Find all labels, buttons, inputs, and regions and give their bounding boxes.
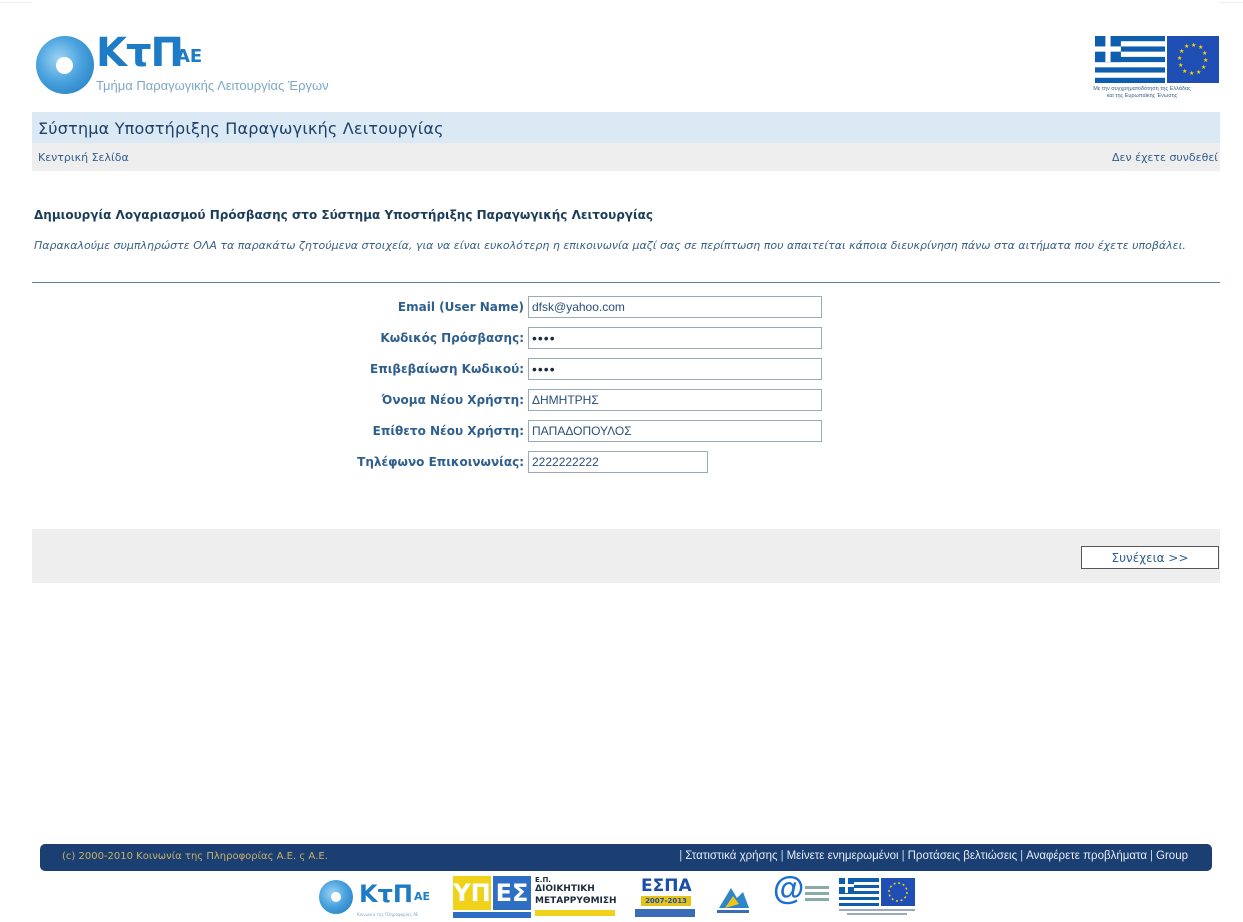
svg-text:★: ★ [1201,64,1206,71]
espa-title: ΕΣΠΑ [641,876,692,896]
footer-separator: | [1150,850,1154,862]
ypes-part1: ΥΠ [453,876,491,910]
email-label: Email (User Name) [397,300,524,314]
ypes-ep: Ε.Π. [535,876,551,884]
hellas-logo-icon[interactable] [715,878,751,918]
eu-flag-icon: ★ ★ ★ ★ ★ ★ ★ ★ ★ ★ ★ ★ [1167,36,1219,83]
cofunding-caption-line2: και της Ευρωπαϊκής Ένωσης [1106,93,1178,99]
greek-flag-icon [1095,36,1165,83]
divider [32,282,1220,283]
last-name-label: Επίθετο Νέου Χρήστη: [372,424,524,438]
partner-ktp-logo[interactable]: ΚτΠ ΑΕ Κοινωνία της Πληροφορίας ΑΕ [319,876,447,922]
partner-espa-logo[interactable]: ΕΣΠΑ 2007-2013 [635,876,695,920]
footer-link-group[interactable]: Group [1156,850,1188,862]
partner-ktp-mark: ΚτΠ [359,880,413,908]
ktp-logo[interactable]: ΚτΠ ΑΕ Τμήμα Παραγωγικής Λειτουργίας Έργ… [36,28,416,98]
ypes-line1: ΔΙΟΙΚΗΤΙΚΗ [535,884,595,894]
espa-years: 2007-2013 [641,896,691,906]
footer-links: | Στατιστικά χρήσης | Μείνετε ενημερωμένοι |… [676,850,1188,862]
phone-label: Τηλέφωνο Επικοινωνίας: [357,455,524,469]
partner-ypes-logo[interactable]: ΥΠ ΕΣ Ε.Π. ΔΙΟΙΚΗΤΙΚΗ ΜΕΤΑΡΡΥΘΜΙΣΗ [453,876,617,920]
partner-ktp-suffix: ΑΕ [414,890,431,903]
app-title: Σύστημα Υποστήριξης Παραγωγικής Λειτουργ… [38,119,444,138]
footer-separator: | [901,850,905,862]
svg-text:★: ★ [1184,43,1189,50]
cofunding-caption-line1: Με την συγχρηματοδότηση της Ελλάδας [1093,86,1191,92]
continue-button[interactable]: Συνέχεια >> [1081,546,1219,569]
cofunding-caption: Με την συγχρηματοδότηση της Ελλάδας και … [1065,86,1219,100]
svg-text:★: ★ [1191,42,1196,49]
footer-separator: | [1020,850,1024,862]
first-name-label: Όνομα Νέου Χρήστη: [381,393,524,407]
phone-field[interactable] [528,451,708,473]
password-field[interactable] [528,327,822,349]
partner-digital-logo[interactable]: @ [773,870,831,920]
logo-suffix: ΑΕ [176,46,203,67]
ypes-dash [535,910,615,916]
ypes-bar [453,912,531,918]
cofunding-logo: ★ ★ ★ ★ ★ ★ ★ ★ ★ ★ ★ ★ Με την συγχρηματοδότηση … [1065,36,1219,122]
svg-text:★: ★ [1196,69,1201,76]
ypes-part2: ΕΣ [493,876,531,910]
footer-link-suggestions[interactable]: Προτάσεις βελτιώσεις [908,850,1018,862]
logo-subtitle: Τμήμα Παραγωγικής Λειτουργίας Έργων [96,78,329,93]
copyright-text: (c) 2000-2010 Κοινωνία της Πληροφορίας Α… [62,851,328,862]
svg-text:★: ★ [1189,70,1194,77]
page-heading: Δημιουργία Λογαριασμού Πρόσβασης στο Σύσ… [34,208,654,222]
footer-link-statistics[interactable]: Στατιστικά χρήσης [685,850,777,862]
partner-logos: ΚτΠ ΑΕ Κοινωνία της Πληροφορίας ΑΕ ΥΠ ΕΣ… [319,870,939,922]
ktp-circle-icon [319,880,353,914]
footer-link-report-problems[interactable]: Αναφέρετε προβλήματα [1026,850,1147,862]
form-row-first-name: Όνομα Νέου Χρήστη: [32,389,1220,411]
login-status: Δεν έχετε συνδεθεί [1112,151,1218,164]
at-sign: @ [773,870,805,906]
intro-text: Παρακαλούμε συμπληρώστε ΟΛΑ τα παρακάτω … [34,239,1186,252]
form-row-last-name: Επίθετο Νέου Χρήστη: [32,420,1220,442]
footer-separator: | [679,850,683,862]
ypes-line2: ΜΕΤΑΡΡΥΘΜΙΣΗ [535,896,617,906]
app-title-bar: Σύστημα Υποστήριξης Παραγωγικής Λειτουργ… [32,112,1220,143]
password-label: Κωδικός Πρόσβασης: [380,331,524,345]
form-row-email: Email (User Name) [32,296,1220,318]
partner-ktp-sub: Κοινωνία της Πληροφορίας ΑΕ [357,912,419,917]
svg-text:★: ★ [1182,68,1187,75]
email-field[interactable] [528,296,822,318]
svg-text:★: ★ [1203,57,1208,64]
page: ΚτΠ ΑΕ Τμήμα Παραγωγικής Λειτουργίας Έργ… [32,0,1220,922]
action-bar: Συνέχεια >> [32,529,1220,583]
footer-separator: | [780,850,784,862]
form-row-phone: Τηλέφωνο Επικοινωνίας: [32,451,1220,473]
last-name-field[interactable] [528,420,822,442]
svg-text:★: ★ [1178,62,1183,69]
confirm-password-field[interactable] [528,358,822,380]
nav-bar: Κεντρική Σελίδα Δεν έχετε συνδεθεί [32,143,1220,171]
gr-eu-flags-icon [839,878,915,915]
footer-bar: (c) 2000-2010 Κοινωνία της Πληροφορίας Α… [40,844,1212,871]
first-name-field[interactable] [528,389,822,411]
home-link[interactable]: Κεντρική Σελίδα [38,151,129,164]
form-row-confirm-password: Επιβεβαίωση Κωδικού: [32,358,1220,380]
svg-text:★: ★ [1202,50,1207,57]
footer-link-stay-informed[interactable]: Μείνετε ενημερωμένοι [787,850,899,862]
logo-mark: ΚτΠ [96,30,184,76]
svg-text:★: ★ [1177,55,1182,62]
espa-bar [635,909,695,917]
lines-icon [805,886,829,889]
confirm-password-label: Επιβεβαίωση Κωδικού: [370,362,524,376]
form-row-password: Κωδικός Πρόσβασης: [32,327,1220,349]
ktp-logo-icon [36,36,94,94]
